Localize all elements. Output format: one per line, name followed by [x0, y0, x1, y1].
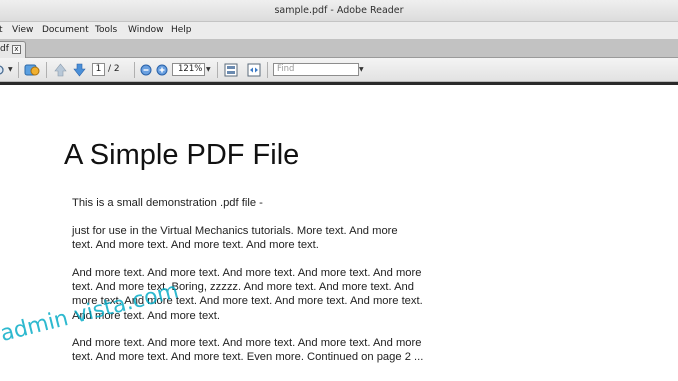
- toolbar-divider: [217, 62, 218, 78]
- text-line: text. And more text. And more text. Even…: [72, 351, 424, 364]
- menu-bar: t View Document Tools Window Help: [0, 22, 678, 39]
- document-paragraph: And more text. And more text. And more t…: [72, 336, 423, 364]
- next-page-icon[interactable]: [73, 63, 86, 77]
- previous-page-icon[interactable]: [54, 63, 67, 77]
- fit-page-icon[interactable]: [224, 63, 238, 77]
- document-heading: A Simple PDF File: [64, 139, 300, 171]
- chevron-down-icon[interactable]: ▼: [8, 63, 13, 76]
- zoom-out-icon[interactable]: [140, 63, 152, 77]
- toolbar-divider: [46, 62, 47, 78]
- toolbar: ▼ 1 / 2 121% ▼ Find ▼: [0, 58, 678, 82]
- find-input[interactable]: Find: [273, 63, 359, 76]
- document-tab[interactable]: df x: [0, 41, 26, 58]
- text-line: text. And more text. And more text. And …: [72, 239, 319, 252]
- document-paragraph: This is a small demonstration .pdf file …: [72, 196, 263, 210]
- document-paragraph: just for use in the Virtual Mechanics tu…: [72, 224, 398, 252]
- document-tab-strip: df x: [0, 39, 678, 58]
- fit-width-icon[interactable]: [247, 63, 261, 77]
- text-line: And more text. And more text. And more t…: [72, 267, 422, 279]
- chevron-down-icon[interactable]: ▼: [359, 63, 364, 76]
- text-line: This is a small demonstration .pdf file …: [72, 197, 263, 209]
- toolbar-divider: [134, 62, 135, 78]
- window-title: sample.pdf - Adobe Reader: [274, 5, 404, 16]
- search-icon[interactable]: [0, 63, 6, 77]
- zoom-in-icon[interactable]: [156, 63, 168, 77]
- menu-help[interactable]: Help: [171, 22, 192, 39]
- menu-tools[interactable]: Tools: [95, 22, 117, 39]
- menu-view[interactable]: View: [12, 22, 33, 39]
- menu-document[interactable]: Document: [42, 22, 89, 39]
- zoom-level-select[interactable]: 121%: [172, 63, 205, 76]
- text-line: And more text. And more text. And more t…: [72, 337, 422, 349]
- window-title-bar: sample.pdf - Adobe Reader: [0, 0, 678, 22]
- toolbar-divider: [267, 62, 268, 78]
- close-icon[interactable]: x: [12, 45, 21, 54]
- menu-window[interactable]: Window: [128, 22, 164, 39]
- toolbar-divider: [18, 62, 19, 78]
- text-line: just for use in the Virtual Mechanics tu…: [72, 225, 398, 237]
- document-tab-label: df: [0, 44, 9, 54]
- share-icon[interactable]: [24, 63, 41, 77]
- chevron-down-icon[interactable]: ▼: [206, 63, 211, 76]
- pdf-page[interactable]: A Simple PDF File This is a small demons…: [0, 85, 678, 381]
- page-number-input[interactable]: 1: [92, 63, 105, 76]
- page-count-label: / 2: [108, 64, 120, 74]
- menu-file[interactable]: t: [0, 22, 3, 39]
